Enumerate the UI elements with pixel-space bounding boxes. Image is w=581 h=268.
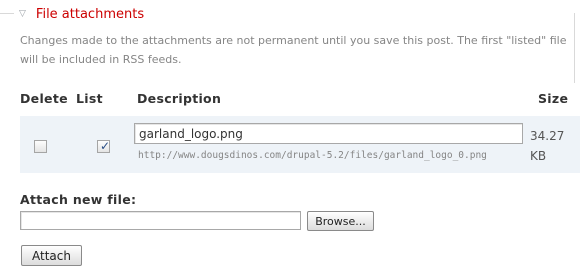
list-checkbox[interactable]: ✓ bbox=[97, 139, 111, 153]
file-path-input[interactable] bbox=[20, 211, 301, 230]
column-header-description: Description bbox=[137, 91, 222, 106]
attach-new-file-label: Attach new file: bbox=[20, 192, 137, 207]
file-size: 34.27 KB bbox=[530, 129, 565, 163]
fieldset-legend-label[interactable]: File attachments bbox=[36, 7, 144, 22]
file-url: http://www.dougsdinos.com/drupal-5.2/fil… bbox=[138, 150, 487, 161]
delete-checkbox[interactable] bbox=[34, 140, 47, 153]
column-header-list: List bbox=[76, 91, 103, 106]
column-header-delete: Delete bbox=[20, 91, 68, 106]
description-input[interactable] bbox=[134, 123, 523, 144]
checkmark-icon: ✓ bbox=[100, 139, 111, 153]
fieldset-legend[interactable]: ▽ File attachments bbox=[19, 6, 144, 22]
browse-button[interactable]: Browse... bbox=[307, 211, 374, 231]
fieldset-border-left bbox=[0, 13, 14, 14]
attach-button[interactable]: Attach bbox=[21, 245, 82, 266]
fieldset-border-right bbox=[574, 13, 575, 83]
fieldset-description: Changes made to the attachments are not … bbox=[20, 34, 567, 66]
triangle-down-icon: ▽ bbox=[19, 8, 26, 19]
column-header-size: Size bbox=[538, 91, 569, 106]
